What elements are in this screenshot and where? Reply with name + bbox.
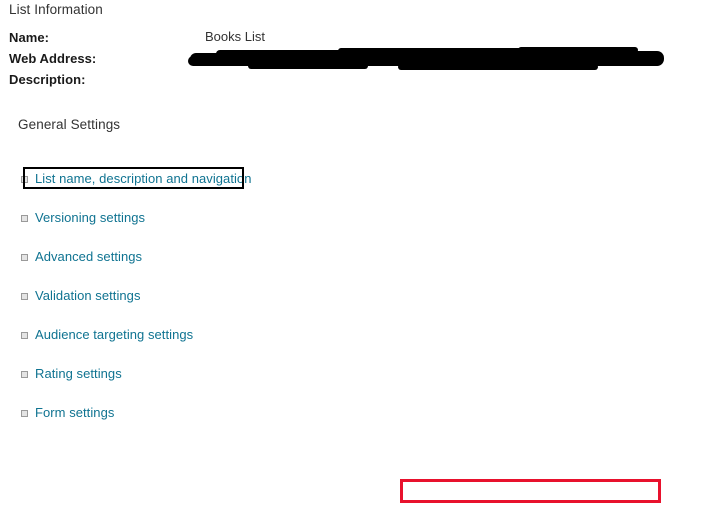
link-list-name-description-and-navigation[interactable]: List name, description and navigation	[21, 169, 251, 188]
web-address-redaction	[188, 46, 666, 70]
info-value-name: Books List	[205, 29, 265, 44]
link-label[interactable]: Audience targeting settings	[35, 326, 193, 343]
info-row-web-address: Web Address:	[9, 50, 96, 68]
square-bullet-icon	[21, 410, 28, 417]
link-validation-settings[interactable]: Validation settings	[21, 286, 141, 305]
link-rating-settings[interactable]: Rating settings	[21, 364, 122, 383]
redaction-stroke	[338, 48, 548, 55]
link-audience-targeting-settings[interactable]: Audience targeting settings	[21, 325, 193, 344]
redaction-stroke	[618, 51, 664, 66]
redaction-stroke	[248, 63, 368, 69]
square-bullet-icon	[21, 293, 28, 300]
redaction-stroke	[398, 64, 598, 70]
red-highlight-annotation	[400, 479, 661, 503]
info-row-name: Name:	[9, 29, 49, 47]
info-label-description: Description:	[9, 72, 86, 87]
square-bullet-icon	[21, 215, 28, 222]
general-settings-heading: General Settings	[18, 117, 121, 132]
info-label-web-address: Web Address:	[9, 51, 97, 66]
square-bullet-icon	[21, 254, 28, 261]
info-label-name: Name:	[9, 30, 49, 45]
link-label[interactable]: List name, description and navigation	[35, 170, 251, 187]
square-bullet-icon	[21, 176, 28, 183]
redaction-stroke	[216, 50, 596, 59]
link-label[interactable]: Validation settings	[35, 287, 141, 304]
square-bullet-icon	[21, 332, 28, 339]
list-information-title: List Information	[9, 2, 103, 17]
square-bullet-icon	[21, 371, 28, 378]
info-row-description: Description:	[9, 71, 85, 89]
link-label[interactable]: Advanced settings	[35, 248, 142, 265]
redaction-stroke	[518, 47, 638, 53]
link-label[interactable]: Versioning settings	[35, 209, 145, 226]
redaction-stroke	[188, 56, 650, 66]
redaction-stroke	[190, 53, 662, 66]
link-label[interactable]: Form settings	[35, 404, 114, 421]
link-advanced-settings[interactable]: Advanced settings	[21, 247, 142, 266]
link-versioning-settings[interactable]: Versioning settings	[21, 208, 145, 227]
link-form-settings[interactable]: Form settings	[21, 403, 114, 422]
link-label[interactable]: Rating settings	[35, 365, 122, 382]
